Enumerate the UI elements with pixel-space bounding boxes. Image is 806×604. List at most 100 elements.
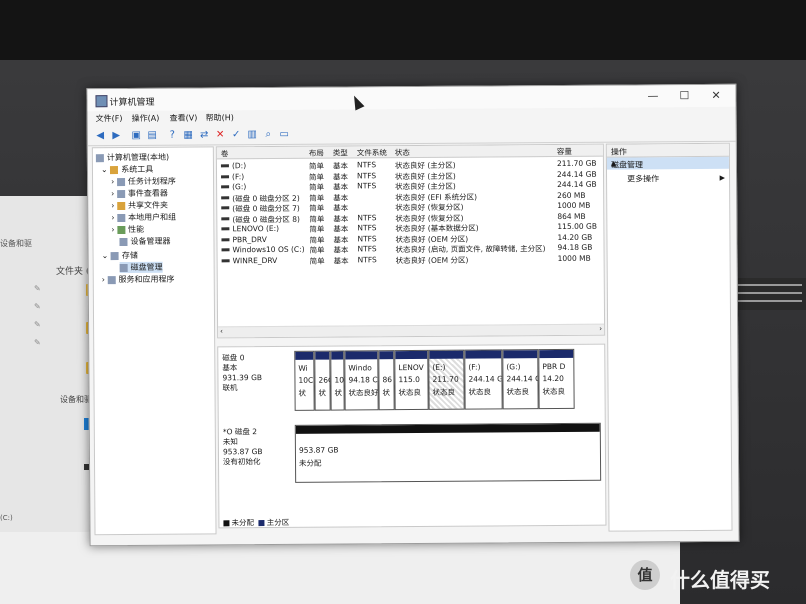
actions-disk-management[interactable]: 磁盘管理 ▲ (606, 156, 729, 170)
disk0-partition[interactable]: Windo 94.18 C 状态良好 (344, 350, 379, 411)
tree-performance[interactable]: › 性能 (111, 224, 144, 235)
submenu-arrow-icon[interactable]: ▶ (720, 174, 725, 182)
disk0-partition[interactable]: 86 状 (378, 350, 395, 411)
disk0-partition[interactable]: (G:) 244.14 G 状态良 (502, 349, 539, 410)
menu-help[interactable]: 帮助(H) (206, 112, 234, 123)
tree-storage[interactable]: ⌄ 存储 (102, 250, 138, 261)
disk0-partition[interactable]: (F:) 244.14 G 状态良 (464, 349, 503, 410)
col-filesystem[interactable]: 文件系统 (357, 147, 387, 158)
bg-drive-label: (C:) (0, 514, 13, 522)
help-icon[interactable]: ? (166, 130, 179, 142)
cell-vol: (D:) (231, 161, 247, 171)
cell-fs: NTFS (357, 212, 377, 222)
volume-icon (220, 164, 229, 168)
cell-cap: 1000 MB (557, 200, 591, 210)
disk0-info[interactable]: 磁盘 0 基本 931.39 GB 联机 (222, 353, 292, 393)
partition-bar (315, 351, 330, 360)
cell-fs: NTFS (357, 233, 377, 243)
cell-cap: 1000 MB (557, 253, 591, 263)
col-status[interactable]: 状态 (395, 147, 410, 158)
search-icon[interactable]: ⌕ (262, 129, 275, 141)
tree-shared-folders[interactable]: › 共享文件夹 (111, 200, 168, 211)
cell-vol: Windows10 OS (C:) (232, 244, 305, 255)
scroll-left-icon[interactable]: ‹ (220, 327, 223, 335)
partition-title: LENOV (398, 362, 424, 373)
computer-management-icon (95, 95, 108, 108)
disk2-unallocated[interactable]: 953.87 GB 未分配 (294, 422, 602, 483)
cell-cap: 244.14 GB (557, 179, 597, 189)
storage-icon (110, 251, 119, 260)
performance-icon (117, 225, 126, 234)
close-button[interactable]: ✕ (711, 89, 720, 102)
tree-event-viewer[interactable]: › 事件查看器 (111, 188, 168, 199)
volume-icon (221, 174, 230, 178)
partition-bar (379, 351, 394, 360)
watermark-text: 什么值得买 (670, 568, 770, 592)
partition-st: 状态良 (398, 387, 422, 398)
table-row[interactable]: WINRE_DRV 简单 基本 NTFS 状态良好 (OEM 分区) 1000 MB (218, 252, 604, 265)
menu-view[interactable]: 查看(V) (170, 113, 198, 124)
col-capacity[interactable]: 容量 (557, 146, 572, 157)
cell-vol: WINRE_DRV (232, 255, 278, 265)
disk2-info[interactable]: *O 磁盘 2 未知 953.87 GB 没有初始化 (223, 427, 293, 467)
partition-size: 94.18 C (348, 375, 378, 385)
bg-breadcrumb: 设备和驱 (0, 239, 32, 248)
tree-device-manager[interactable]: 设备管理器 (119, 236, 171, 247)
cell-vol: (F:) (231, 171, 245, 181)
forward-icon[interactable]: ▶ (110, 130, 123, 142)
delete-icon[interactable]: ✕ (214, 129, 227, 141)
tree-task-scheduler[interactable]: › 任务计划程序 (111, 176, 176, 187)
volume-icon (221, 258, 230, 262)
disk0-partition[interactable]: (E:) 211.70 状态良 (428, 349, 465, 410)
up-level-icon[interactable]: ▣ (130, 130, 143, 142)
scroll-right-icon[interactable]: › (599, 325, 602, 333)
disk2-name: *O 磁盘 2 (222, 427, 258, 437)
disk0-partition[interactable]: PBR D 14.20 状态良 (538, 348, 575, 410)
partition-bar (395, 350, 428, 360)
menu-file[interactable]: 文件(F) (96, 113, 123, 124)
menu-action[interactable]: 操作(A) (132, 113, 160, 124)
disk0-status: 联机 (222, 383, 238, 393)
partition-size: 115.0 (398, 374, 420, 385)
tree-system-tools[interactable]: ⌄ 系统工具 (101, 164, 153, 175)
col-type[interactable]: 类型 (333, 147, 348, 158)
col-layout[interactable]: 布局 (309, 148, 324, 159)
check-icon[interactable]: ✓ (230, 129, 243, 141)
partition-title: Windo (348, 363, 372, 373)
tree-local-users[interactable]: › 本地用户和组 (111, 212, 176, 223)
show-tree-icon[interactable]: ▤ (146, 130, 159, 142)
cell-layout: 简单 (309, 256, 325, 266)
partition-st: 状态良好 (348, 388, 379, 398)
background-toolbar-strip (730, 278, 806, 310)
partition-size: 211.70 (432, 374, 459, 384)
col-volume[interactable]: 卷 (221, 148, 229, 159)
back-icon[interactable]: ◀ (94, 130, 107, 142)
cell-cap: 260 MB (557, 190, 586, 200)
partition-title: Wi (298, 363, 308, 373)
tree-disk-management[interactable]: 磁盘管理 (119, 261, 163, 274)
tree-services-apps[interactable]: › 服务和应用程序 (102, 274, 175, 286)
disk0-partition[interactable]: 10 状 (330, 350, 345, 411)
partition-bar (465, 350, 502, 359)
connect-icon[interactable]: ⇄ (198, 129, 211, 141)
cell-cap: 94.18 GB (557, 242, 593, 252)
volume-list-icon[interactable]: ▭ (278, 129, 291, 141)
actions-more[interactable]: 更多操作 (627, 173, 659, 184)
disk2-type: 未知 (222, 437, 238, 447)
partition-title: (E:) (432, 362, 446, 372)
horizontal-scrollbar[interactable]: ‹ › (218, 323, 605, 338)
tree-root[interactable]: 计算机管理(本地) (95, 152, 169, 164)
properties-icon[interactable]: ▦ (182, 130, 195, 142)
volume-icon (221, 216, 230, 220)
maximize-button[interactable]: ☐ (679, 89, 689, 102)
volume-icon (221, 237, 230, 241)
disk0-partition[interactable]: Wi 10C 状 (294, 350, 315, 411)
open-folder-icon[interactable]: ▥ (246, 129, 259, 141)
cell-fs: NTFS (357, 254, 377, 264)
disk0-partition[interactable]: LENOV 115.0 状态良 (394, 349, 429, 411)
partition-bar (429, 350, 464, 359)
disk0-partition[interactable]: 26C 状 (314, 350, 331, 411)
minimize-button[interactable]: — (647, 89, 658, 102)
cell-vol: (G:) (232, 182, 247, 192)
collapse-icon[interactable]: ▲ (611, 159, 725, 168)
